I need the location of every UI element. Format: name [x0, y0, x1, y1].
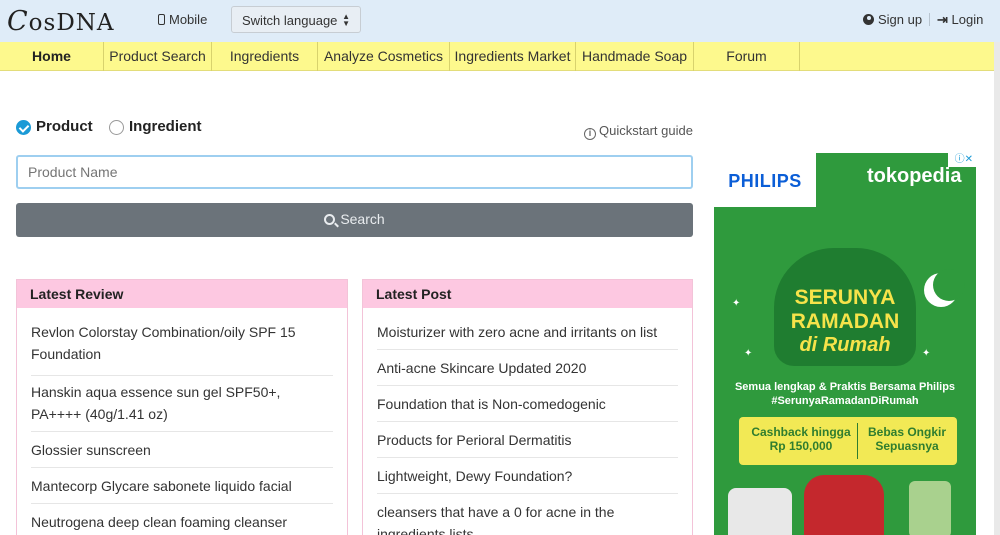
ad-title-line2: RAMADAN: [790, 310, 900, 333]
mobile-link[interactable]: Mobile: [158, 12, 207, 27]
signup-label: Sign up: [878, 12, 923, 27]
search-button-label: Search: [340, 211, 385, 227]
ad-offer-box: Cashback hingga Rp 150,000 Bebas Ongkir …: [739, 417, 957, 465]
review-item[interactable]: Hanskin aqua essence sun gel SPF50+, PA+…: [31, 376, 333, 432]
quickstart-label: Quickstart guide: [599, 123, 693, 138]
language-select-label: Switch language: [242, 13, 338, 28]
search-icon: [324, 214, 336, 225]
login-icon: ⇥: [937, 12, 948, 27]
nav-item-ingredients-market[interactable]: Ingredients Market: [450, 42, 576, 71]
review-item[interactable]: Mantecorp Glycare sabonete liquido facia…: [31, 468, 333, 504]
nav-item-home[interactable]: Home: [0, 42, 104, 71]
radio-product[interactable]: [16, 120, 31, 135]
advertisement-banner[interactable]: PHILIPS tokopedia ⓘ✕ ✦ ✦ ✦ SERUNYA RAMAD…: [714, 153, 976, 535]
ad-close-icon[interactable]: ⓘ✕: [948, 153, 976, 167]
latest-post-list: Moisturizer with zero acne and irritants…: [363, 308, 692, 535]
nav-item-product-search[interactable]: Product Search: [104, 42, 212, 71]
latest-review-list: Revlon Colorstay Combination/oily SPF 15…: [17, 308, 347, 535]
nav-item-ingredients[interactable]: Ingredients: [212, 42, 318, 71]
post-item[interactable]: cleansers that have a 0 for acne in the …: [377, 494, 678, 535]
ad-offer-cashback: Cashback hingga Rp 150,000: [751, 425, 851, 453]
ad-product-cooker: [804, 475, 884, 535]
post-item[interactable]: Anti-acne Skincare Updated 2020: [377, 350, 678, 386]
ad-title-line3: di Rumah: [799, 334, 891, 356]
radio-ingredient[interactable]: [109, 120, 124, 135]
product-name-input[interactable]: [16, 155, 693, 189]
ad-product-mixer: [728, 488, 792, 535]
latest-review-title: Latest Review: [17, 280, 347, 308]
ad-offer-divider: [857, 423, 858, 459]
nav-item-handmade-soap[interactable]: Handmade Soap: [576, 42, 694, 71]
ad-hashtag: #SerunyaRamadanDiRumah: [771, 395, 919, 407]
main-nav: Home Product Search Ingredients Analyze …: [0, 42, 994, 71]
post-item[interactable]: Products for Perioral Dermatitis: [377, 422, 678, 458]
top-bar: CosDNA Mobile Switch language ▲ ▼ Sign up…: [0, 0, 1000, 42]
login-label: Login: [951, 12, 984, 27]
nav-item-analyze-cosmetics[interactable]: Analyze Cosmetics: [318, 42, 450, 71]
review-item[interactable]: Neutrogena deep clean foaming cleanser: [31, 504, 333, 535]
post-item[interactable]: Moisturizer with zero acne and irritants…: [377, 308, 678, 350]
review-item[interactable]: Glossier sunscreen: [31, 432, 333, 468]
language-select[interactable]: Switch language ▲ ▼: [231, 6, 361, 33]
review-item[interactable]: Revlon Colorstay Combination/oily SPF 15…: [31, 308, 333, 376]
post-item[interactable]: Foundation that is Non-comedogenic: [377, 386, 678, 422]
ad-title-line1: SERUNYA: [794, 286, 896, 309]
user-icon: [863, 14, 874, 25]
signup-link[interactable]: Sign up: [863, 12, 922, 27]
ad-offer-shipping: Bebas Ongkir Sepuasnya: [867, 425, 947, 453]
latest-post-title: Latest Post: [363, 280, 692, 308]
radio-ingredient-label[interactable]: Ingredient: [129, 118, 202, 135]
scrollbar[interactable]: [994, 42, 1000, 535]
radio-product-label[interactable]: Product: [36, 118, 93, 135]
quickstart-guide-link[interactable]: i Quickstart guide: [584, 123, 693, 140]
search-button[interactable]: Search: [16, 203, 693, 237]
latest-post-panel: Latest Post Moisturizer with zero acne a…: [362, 279, 693, 535]
login-link[interactable]: ⇥ Login: [937, 12, 983, 28]
ad-tokopedia-logo: tokopedia: [867, 165, 962, 187]
site-logo[interactable]: CosDNA: [7, 6, 115, 37]
info-icon: i: [584, 128, 596, 140]
ad-tagline: Semua lengkap & Praktis Bersama Philips: [734, 381, 956, 393]
latest-review-panel: Latest Review Revlon Colorstay Combinati…: [16, 279, 348, 535]
post-item[interactable]: Lightweight, Dewy Foundation?: [377, 458, 678, 494]
nav-item-forum[interactable]: Forum: [694, 42, 800, 71]
select-arrows-icon: ▲ ▼: [342, 12, 350, 28]
ad-philips-logo: PHILIPS: [714, 153, 816, 207]
mobile-phone-icon: [158, 14, 165, 25]
header-separator: [929, 13, 930, 26]
mobile-label: Mobile: [169, 12, 208, 27]
ad-product-blender: [909, 481, 951, 535]
